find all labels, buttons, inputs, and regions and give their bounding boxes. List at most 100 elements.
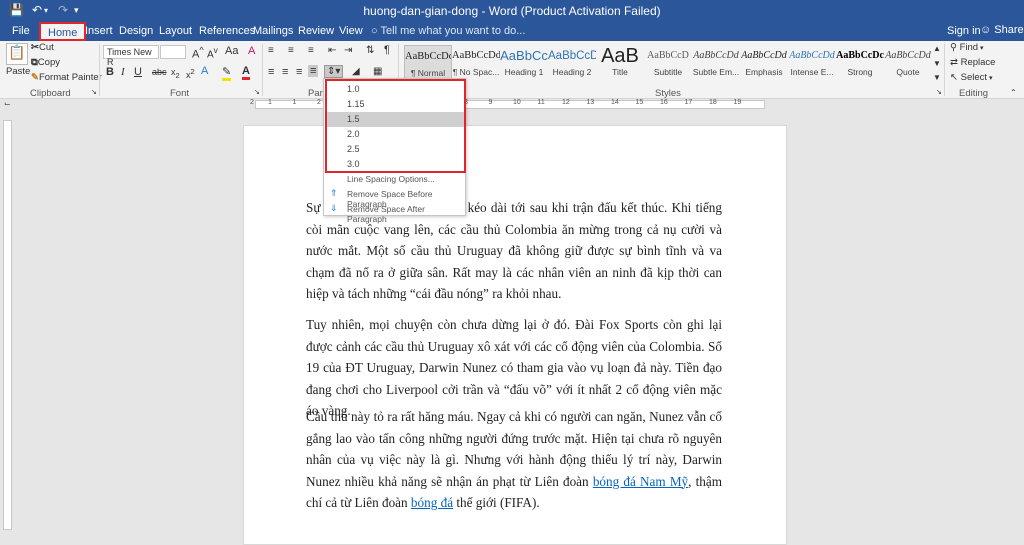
tell-me-box[interactable]: ○ Tell me what you want to do... <box>371 25 525 37</box>
align-left-icon[interactable]: ≡ <box>268 66 274 78</box>
tab-selector-icon[interactable]: ⌙ <box>4 99 11 108</box>
style-3[interactable]: AaBbCcD Heading 2 <box>548 45 596 85</box>
tab-file[interactable]: File <box>12 25 30 37</box>
brush-icon: ✎ <box>31 72 39 83</box>
remove-space-after-item[interactable]: ⇓ Remove Space After Paragraph <box>325 202 466 224</box>
paragraph-3-text-c: thế giới (FIFA). <box>456 495 540 510</box>
style-sample: AaBbCcDd <box>789 50 835 61</box>
style-2[interactable]: AaBbCc Heading 1 <box>500 45 548 85</box>
divider <box>262 44 263 96</box>
font-name-value: Times New R <box>107 47 152 67</box>
style-9[interactable]: AaBbCcDc Strong <box>836 45 884 85</box>
change-case-icon[interactable]: Aa <box>225 45 238 57</box>
style-10[interactable]: AaBbCcDd Quote <box>884 45 932 85</box>
subscript-icon[interactable]: x2 <box>171 67 180 80</box>
strikethrough-icon[interactable]: abc <box>152 67 167 77</box>
remove-space-before-item[interactable]: ⇑ Remove Space Before Paragraph <box>325 187 466 209</box>
style-sample: AaBbCcDc <box>836 50 884 61</box>
tab-view[interactable]: View <box>339 25 363 37</box>
style-name: ¶ No Spac... <box>452 67 500 77</box>
align-right-icon[interactable]: ≡ <box>296 66 302 78</box>
paste-icon[interactable]: 📋 <box>6 43 28 65</box>
style-4[interactable]: AaB Title <box>596 45 644 85</box>
show-marks-icon[interactable]: ¶ <box>384 44 390 56</box>
collapse-ribbon-icon[interactable]: ⌃ <box>1010 88 1017 97</box>
format-painter-button[interactable]: ✎ Format Painter <box>31 72 102 83</box>
line-spacing-icon[interactable]: ⇕▾ <box>324 65 344 78</box>
share-button[interactable]: ☺ Share <box>980 24 1024 36</box>
tab-references[interactable]: References <box>199 25 255 37</box>
style-6[interactable]: AaBbCcDd Subtle Em... <box>692 45 740 85</box>
align-center-icon[interactable]: ≡ <box>282 66 288 78</box>
find-button[interactable]: ⚲ Find ▾ <box>950 42 984 53</box>
share-label: Share <box>994 24 1024 36</box>
bullets-icon[interactable]: ≡ <box>268 45 274 56</box>
horizontal-ruler: ⌙ 2112345678910111213141516171819 <box>0 99 1024 111</box>
style-8[interactable]: AaBbCcDd Intense E... <box>788 45 836 85</box>
replace-label: Replace <box>960 57 996 68</box>
link-bong-da-nam-my[interactable]: bóng đá Nam Mỹ <box>593 474 688 489</box>
increase-indent-icon[interactable]: ⇥ <box>344 45 352 56</box>
tab-layout[interactable]: Layout <box>159 25 192 37</box>
style-5[interactable]: AaBbCcD Subtitle <box>644 45 692 85</box>
style-name: ¶ Normal <box>410 68 446 78</box>
tab-home[interactable]: Home <box>39 22 87 41</box>
ruler-number: 1 <box>292 99 297 106</box>
ruler-number: 1 <box>268 99 272 106</box>
sign-in-link[interactable]: Sign in <box>947 25 981 37</box>
styles-more-icon[interactable]: ▼ <box>933 73 941 82</box>
sort-icon[interactable]: ⇅ <box>366 45 374 56</box>
replace-button[interactable]: ⇄ Replace <box>950 57 995 68</box>
link-bong-da[interactable]: bóng đá <box>411 495 453 510</box>
ruler-number: 18 <box>709 99 717 106</box>
ribbon: 📋 Paste ✂ Cut ⧉ Copy ✎ Format Painter Cl… <box>0 41 1024 99</box>
styles-scroll-up-icon[interactable]: ▲ <box>933 44 941 53</box>
cursor-icon: ↖ <box>950 72 961 83</box>
highlight-box <box>325 79 466 173</box>
styles-scroll-down-icon[interactable]: ▼ <box>933 59 941 68</box>
italic-icon[interactable]: I <box>121 66 125 78</box>
paragraph-3[interactable]: Cầu thủ này tỏ ra rất hăng máu. Ngay cả … <box>306 406 722 514</box>
cut-button[interactable]: ✂ Cut <box>31 42 54 53</box>
select-button[interactable]: ↖ Select ▾ <box>950 72 992 83</box>
style-name: Quote <box>896 67 920 77</box>
style-7[interactable]: AaBbCcDd Emphasis <box>740 45 788 85</box>
ruler-number: 13 <box>586 99 595 106</box>
text-effects-icon[interactable]: A <box>201 65 208 77</box>
font-color-icon[interactable]: A <box>242 65 250 80</box>
superscript-icon[interactable]: x2 <box>186 67 195 80</box>
styles-launcher-icon[interactable]: ↘ <box>936 88 942 96</box>
line-spacing-options-item[interactable]: Line Spacing Options... <box>325 172 466 187</box>
highlight-icon[interactable]: ✎ <box>222 65 232 81</box>
font-size-box[interactable] <box>160 45 186 59</box>
clipboard-group-label: Clipboard <box>30 88 71 99</box>
clear-formatting-icon[interactable]: A <box>248 45 255 57</box>
style-sample: AaBbCcDd <box>693 50 739 61</box>
numbering-icon[interactable]: ≡ <box>288 45 294 56</box>
style-sample: AaBbCcDd <box>452 50 500 61</box>
space-after-icon: ⇓ <box>330 203 338 213</box>
borders-icon[interactable]: ▦ <box>373 66 382 77</box>
clipboard-launcher-icon[interactable]: ↘ <box>91 88 97 96</box>
tab-insert[interactable]: Insert <box>85 25 113 37</box>
font-launcher-icon[interactable]: ↘ <box>254 88 260 96</box>
font-name-box[interactable]: Times New R <box>103 45 159 67</box>
grow-font-icon[interactable]: A^ <box>192 45 204 61</box>
multilevel-list-icon[interactable]: ≡ <box>308 45 314 56</box>
ruler-number: 2 <box>250 99 254 106</box>
bold-icon[interactable]: B <box>106 66 114 78</box>
style-sample: AaB <box>601 45 639 67</box>
decrease-indent-icon[interactable]: ⇤ <box>328 45 336 56</box>
tab-mailings[interactable]: Mailings <box>253 25 293 37</box>
style-sample: AaBbCcDd <box>741 50 787 61</box>
shading-icon[interactable]: ◢ <box>352 66 360 77</box>
copy-button[interactable]: ⧉ Copy <box>31 57 60 68</box>
style-sample: AaBbCcD <box>548 50 596 62</box>
justify-icon[interactable]: ≡ <box>308 65 319 77</box>
tab-review[interactable]: Review <box>298 25 334 37</box>
underline-icon[interactable]: U <box>134 66 142 78</box>
paragraph-2-text: Tuy nhiên, mọi chuyện còn chưa dừng lại … <box>306 317 722 418</box>
paste-button[interactable]: Paste <box>6 66 30 77</box>
tab-design[interactable]: Design <box>119 25 153 37</box>
shrink-font-icon[interactable]: Av <box>207 45 218 60</box>
